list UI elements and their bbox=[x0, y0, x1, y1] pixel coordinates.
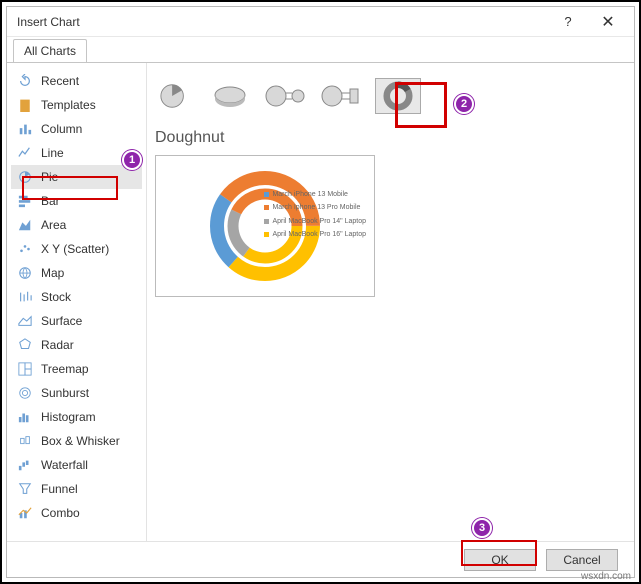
histogram-icon bbox=[17, 409, 33, 425]
sidebar-item-label: Radar bbox=[41, 338, 74, 352]
recent-icon bbox=[17, 73, 33, 89]
scatter-icon bbox=[17, 241, 33, 257]
legend-label: March iPhone 13 Mobile bbox=[272, 188, 348, 201]
sidebar-item-templates[interactable]: ▇ Templates bbox=[11, 93, 142, 117]
pie-subtype-row bbox=[147, 67, 634, 125]
subtype-pie3d[interactable] bbox=[207, 78, 253, 114]
subtype-pieofpie[interactable] bbox=[263, 78, 309, 114]
sidebar-item-treemap[interactable]: Treemap bbox=[11, 357, 142, 381]
annotation-badge-1: 1 bbox=[122, 150, 142, 170]
sidebar-item-area[interactable]: Area bbox=[11, 213, 142, 237]
sidebar-item-radar[interactable]: Radar bbox=[11, 333, 142, 357]
sidebar-item-label: Area bbox=[41, 218, 66, 232]
ok-button[interactable]: OK bbox=[464, 549, 536, 571]
sidebar-item-histogram[interactable]: Histogram bbox=[11, 405, 142, 429]
combo-icon bbox=[17, 505, 33, 521]
legend-label: April MacBook Pro 14" Laptop bbox=[272, 215, 366, 228]
map-icon bbox=[17, 265, 33, 281]
area-icon bbox=[17, 217, 33, 233]
annotation-badge-3: 3 bbox=[472, 518, 492, 538]
sidebar-item-pie[interactable]: Pie bbox=[11, 165, 142, 189]
subtype-heading: Doughnut bbox=[147, 125, 634, 155]
sidebar-item-label: Templates bbox=[41, 98, 96, 112]
help-button[interactable]: ? bbox=[548, 7, 588, 36]
annotation-badge-2: 2 bbox=[454, 94, 474, 114]
sidebar-item-recent[interactable]: Recent bbox=[11, 69, 142, 93]
legend: March iPhone 13 Mobile March Iphone 13 P… bbox=[264, 188, 366, 241]
sidebar-item-label: Histogram bbox=[41, 410, 96, 424]
subtype-doughnut[interactable] bbox=[375, 78, 421, 114]
cancel-button[interactable]: Cancel bbox=[546, 549, 618, 571]
sidebar-item-label: Column bbox=[41, 122, 82, 136]
legend-label: March Iphone 13 Pro Mobile bbox=[272, 201, 360, 214]
chart-category-sidebar: Recent ▇ Templates Column Line Pie Bar bbox=[7, 63, 147, 541]
sidebar-item-combo[interactable]: Combo bbox=[11, 501, 142, 525]
watermark: wsxdn.com bbox=[581, 571, 631, 582]
sidebar-item-label: Recent bbox=[41, 74, 79, 88]
tabstrip: All Charts bbox=[7, 37, 634, 63]
sidebar-item-label: Surface bbox=[41, 314, 82, 328]
subtype-pie[interactable] bbox=[151, 78, 197, 114]
sidebar-item-sunburst[interactable]: Sunburst bbox=[11, 381, 142, 405]
sidebar-item-bar[interactable]: Bar bbox=[11, 189, 142, 213]
sidebar-item-surface[interactable]: Surface bbox=[11, 309, 142, 333]
sidebar-item-label: Funnel bbox=[41, 482, 78, 496]
sidebar-item-label: Waterfall bbox=[41, 458, 88, 472]
surface-icon bbox=[17, 313, 33, 329]
sidebar-item-funnel[interactable]: Funnel bbox=[11, 477, 142, 501]
boxwhisker-icon bbox=[17, 433, 33, 449]
sidebar-item-label: Map bbox=[41, 266, 64, 280]
sidebar-item-map[interactable]: Map bbox=[11, 261, 142, 285]
templates-icon: ▇ bbox=[17, 97, 33, 113]
column-icon bbox=[17, 121, 33, 137]
treemap-icon bbox=[17, 361, 33, 377]
waterfall-icon bbox=[17, 457, 33, 473]
sidebar-item-column[interactable]: Column bbox=[11, 117, 142, 141]
sidebar-item-label: Box & Whisker bbox=[41, 434, 120, 448]
sidebar-item-label: Bar bbox=[41, 194, 60, 208]
sunburst-icon bbox=[17, 385, 33, 401]
stock-icon bbox=[17, 289, 33, 305]
sidebar-item-label: Combo bbox=[41, 506, 80, 520]
bar-icon bbox=[17, 193, 33, 209]
sidebar-item-label: Treemap bbox=[41, 362, 89, 376]
sidebar-item-xy[interactable]: X Y (Scatter) bbox=[11, 237, 142, 261]
chart-preview[interactable]: March iPhone 13 Mobile March Iphone 13 P… bbox=[155, 155, 375, 297]
pie-icon bbox=[17, 169, 33, 185]
tab-allcharts[interactable]: All Charts bbox=[13, 39, 87, 63]
sidebar-item-label: X Y (Scatter) bbox=[41, 242, 109, 256]
close-button[interactable]: ✕ bbox=[588, 7, 628, 36]
sidebar-item-label: Pie bbox=[41, 170, 58, 184]
radar-icon bbox=[17, 337, 33, 353]
sidebar-item-waterfall[interactable]: Waterfall bbox=[11, 453, 142, 477]
preview-area: March iPhone 13 Mobile March Iphone 13 P… bbox=[147, 155, 634, 541]
insert-chart-dialog: Insert Chart ? ✕ All Charts Recent ▇ Tem… bbox=[6, 6, 635, 578]
legend-label: April MacBook Pro 16" Laptop bbox=[272, 228, 366, 241]
titlebar: Insert Chart ? ✕ bbox=[7, 7, 634, 37]
dialog-title: Insert Chart bbox=[13, 15, 548, 29]
line-icon bbox=[17, 145, 33, 161]
dialog-footer: OK Cancel bbox=[7, 541, 634, 577]
sidebar-item-label: Stock bbox=[41, 290, 71, 304]
sidebar-item-stock[interactable]: Stock bbox=[11, 285, 142, 309]
subtype-barofpie[interactable] bbox=[319, 78, 365, 114]
sidebar-item-label: Line bbox=[41, 146, 64, 160]
funnel-icon bbox=[17, 481, 33, 497]
sidebar-item-boxwhisker[interactable]: Box & Whisker bbox=[11, 429, 142, 453]
sidebar-item-label: Sunburst bbox=[41, 386, 89, 400]
